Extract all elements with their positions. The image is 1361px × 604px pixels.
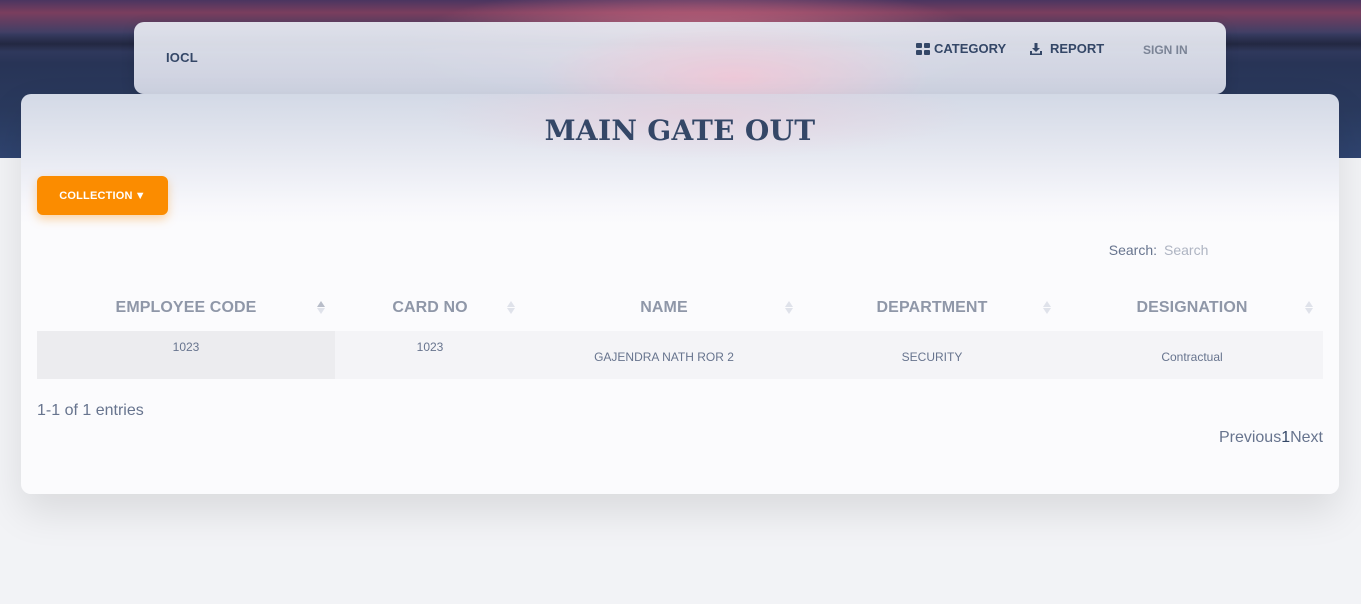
table-row[interactable]: 1023 1023 GAJENDRA NATH ROR 2 SECURITY C…: [37, 331, 1323, 379]
sign-in-link[interactable]: SIGN IN: [1143, 43, 1188, 57]
download-icon: [1029, 42, 1043, 56]
top-navbar: IOCL CATEGORY REPORT SIGN IN: [134, 22, 1226, 94]
column-header-employee-code[interactable]: EMPLOYEE CODE: [37, 299, 335, 317]
nav-category-label: CATEGORY: [934, 41, 1007, 56]
column-header-label: EMPLOYEE CODE: [115, 298, 257, 316]
column-header-department[interactable]: DEPARTMENT: [803, 299, 1061, 317]
brand-link[interactable]: IOCL: [166, 50, 198, 65]
sort-arrows-icon: [1043, 300, 1051, 316]
table-body: 1023 1023 GAJENDRA NATH ROR 2 SECURITY C…: [37, 331, 1323, 379]
sort-arrows-icon: [1305, 300, 1313, 316]
nav-report-link[interactable]: REPORT: [1029, 41, 1104, 56]
table-search: Search:: [1109, 242, 1323, 258]
sort-arrows-icon: [507, 300, 515, 316]
cell-department: SECURITY: [901, 350, 963, 364]
collection-dropdown-button[interactable]: COLLECTION ▼: [37, 176, 168, 215]
entries-info: 1-1 of 1 entries: [37, 402, 144, 419]
sort-arrows-icon: [785, 300, 793, 316]
caret-down-icon: ▼: [134, 189, 146, 202]
column-header-card-no[interactable]: CARD NO: [335, 299, 525, 317]
cell-card-no: 1023: [416, 340, 444, 354]
column-header-label: NAME: [640, 298, 688, 316]
next-page-button[interactable]: Next: [1290, 429, 1323, 447]
column-header-designation[interactable]: DESIGNATION: [1061, 299, 1323, 317]
cell-employee-code: 1023: [37, 331, 335, 379]
cell-name: GAJENDRA NATH ROR 2: [594, 350, 734, 364]
page-number-button[interactable]: 1: [1281, 429, 1290, 447]
column-header-label: DEPARTMENT: [876, 298, 988, 316]
page-title: MAIN GATE OUT: [544, 114, 816, 147]
search-input[interactable]: [1164, 242, 1323, 258]
column-header-label: DESIGNATION: [1136, 298, 1248, 316]
pagination: Previous 1 Next: [1219, 429, 1323, 447]
previous-page-button[interactable]: Previous: [1219, 429, 1281, 447]
data-table: EMPLOYEE CODE CARD NO NAME DEPARTMENT DE…: [37, 284, 1323, 379]
nav-category-link[interactable]: CATEGORY: [916, 41, 1006, 56]
collection-label: COLLECTION: [59, 189, 133, 202]
sort-arrows-icon: [317, 300, 325, 316]
search-label: Search:: [1108, 242, 1157, 258]
nav-report-label: REPORT: [1050, 41, 1105, 56]
column-header-name[interactable]: NAME: [525, 299, 803, 317]
table-header: EMPLOYEE CODE CARD NO NAME DEPARTMENT DE…: [37, 284, 1323, 331]
main-card: MAIN GATE OUT COLLECTION ▼ Search: EMPLO…: [21, 94, 1339, 494]
column-header-label: CARD NO: [392, 298, 468, 316]
cell-designation: Contractual: [1161, 350, 1223, 364]
grid-icon: [916, 42, 930, 55]
